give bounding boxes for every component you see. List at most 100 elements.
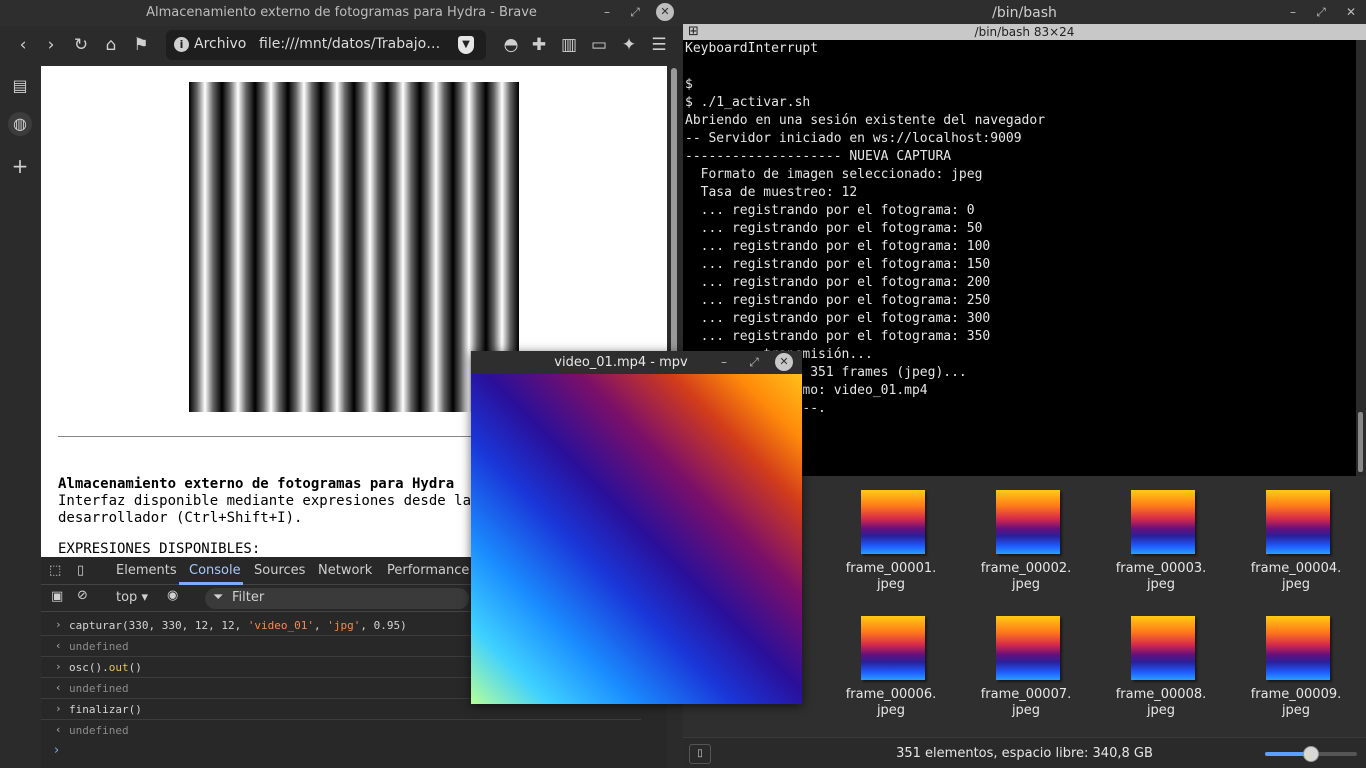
minimize-icon[interactable]: – [598, 3, 616, 21]
terminal-window-title: /bin/bash [992, 5, 1057, 21]
add-icon[interactable]: + [8, 154, 32, 178]
terminal-tab[interactable]: ⊞ /bin/bash 83×24 [683, 24, 1366, 40]
file-item[interactable]: frame_00003. jpeg [1101, 476, 1221, 596]
file-item[interactable]: frame_00008. jpeg [1101, 602, 1221, 722]
back-arrow-icon[interactable]: ‹ [12, 34, 34, 56]
file-thumbnail [1131, 490, 1195, 554]
maximize-icon[interactable]: ⤢ [1312, 3, 1330, 21]
terminal-line: ... registrando por el fotograma: 300 [685, 311, 991, 326]
minimize-icon[interactable]: – [1284, 3, 1302, 21]
close-icon[interactable]: ✕ [656, 3, 674, 21]
mpv-titlebar[interactable]: video_01.mp4 - mpv – ⤢ ✕ [471, 351, 802, 374]
terminal-tab-title: /bin/bash 83×24 [974, 25, 1075, 39]
puzzle-icon[interactable]: ✚ [528, 34, 550, 56]
zoom-slider-handle[interactable] [1303, 746, 1319, 762]
file-statusbar: ▯ 351 elementos, espacio libre: 340,8 GB [683, 737, 1366, 768]
terminal-line: $ [685, 77, 693, 92]
terminal-line: ... registrando por el fotograma: 50 [685, 221, 983, 236]
file-thumbnail [1266, 490, 1330, 554]
hamburger-menu-icon[interactable]: ☰ [648, 34, 670, 56]
page-description-line: desarrollador (Ctrl+Shift+I). [58, 510, 303, 526]
tab-performance[interactable]: Performance [387, 563, 469, 578]
terminal-line: ... registrando por el fotograma: 100 [685, 239, 991, 254]
terminal-line: $ ./1_activar.sh [685, 95, 811, 110]
ai-sparkle-icon[interactable]: ✦ [618, 34, 640, 56]
zoom-slider[interactable] [1265, 746, 1357, 762]
device-toolbar-icon[interactable]: ▯ [77, 563, 84, 578]
terminal-line: ... registrando por el fotograma: 0 [685, 203, 975, 218]
terminal-line: Abriendo en una sesión existente del nav… [685, 113, 1046, 128]
info-icon[interactable]: i [174, 37, 189, 52]
maximize-icon[interactable]: ⤢ [745, 353, 763, 371]
file-item[interactable]: frame_00009. jpeg [1236, 602, 1356, 722]
terminal-titlebar[interactable]: /bin/bash – ⤢ ✕ [683, 0, 1366, 26]
file-name: frame_00008. jpeg [1115, 687, 1207, 718]
file-name: frame_00009. jpeg [1250, 687, 1342, 718]
status-text: 351 elementos, espacio libre: 340,8 GB [896, 746, 1153, 761]
reload-icon[interactable]: ↻ [70, 34, 92, 56]
sidebar-toggle-icon[interactable]: ▣ [51, 589, 63, 604]
brave-shield-icon[interactable]: ▼ [458, 36, 474, 54]
terminal-scrollbar[interactable] [1356, 40, 1366, 476]
file-thumbnail [996, 616, 1060, 680]
inspect-element-icon[interactable]: ⬚ [49, 563, 61, 578]
file-item[interactable]: frame_00006. jpeg [831, 602, 951, 722]
tab-sources[interactable]: Sources [254, 563, 305, 578]
close-icon[interactable]: ✕ [1342, 3, 1360, 21]
leo-icon[interactable]: ◓ [500, 34, 522, 56]
bookmark-icon[interactable]: ⚑ [130, 34, 152, 56]
close-icon[interactable]: ✕ [775, 353, 793, 371]
terminal-line: Formato de imagen seleccionado: jpeg [685, 167, 983, 182]
browser-window-title: Almacenamiento externo de fotogramas par… [146, 5, 537, 20]
sidebar-toggle-icon[interactable]: ▥ [558, 34, 580, 56]
file-item[interactable]: frame_00007. jpeg [966, 602, 1086, 722]
context-selector[interactable]: top ▾ [116, 590, 148, 605]
browser-titlebar[interactable]: Almacenamiento externo de fotogramas par… [0, 0, 683, 26]
terminal-line: -- Servidor iniciado en ws://localhost:9… [685, 131, 1022, 146]
terminal-line: KeyboardInterrupt [685, 41, 819, 56]
file-item[interactable]: frame_00001. jpeg [831, 476, 951, 596]
file-thumbnail [861, 490, 925, 554]
file-item[interactable]: frame_00004. jpeg [1236, 476, 1356, 596]
tab-elements[interactable]: Elements [116, 563, 177, 578]
file-thumbnail [861, 616, 925, 680]
terminal-line: ... registrando por el fotograma: 200 [685, 275, 991, 290]
address-url[interactable]: file:///mnt/datos/Trabajos... [259, 36, 444, 52]
terminal-line: ... registrando por el fotograma: 350 [685, 329, 991, 344]
clear-console-icon[interactable]: ⊘ [77, 588, 88, 603]
file-name: frame_00006. jpeg [845, 687, 937, 718]
hydra-canvas[interactable] [189, 82, 519, 412]
console-filter-input[interactable]: ⏷ Filter [205, 588, 469, 609]
tab-network[interactable]: Network [318, 563, 372, 578]
scrollbar-thumb[interactable] [1358, 412, 1363, 472]
console-result-line: ‹ undefined [55, 723, 129, 737]
page-heading: Almacenamiento externo de fotogramas par… [58, 476, 455, 492]
file-item[interactable]: frame_00002. jpeg [966, 476, 1086, 596]
browser-toolbar: ‹ › ↻ ⌂ ⚑ i Archivo file:///mnt/datos/Tr… [0, 26, 683, 64]
context-label: top [116, 590, 138, 605]
address-bar[interactable]: i Archivo file:///mnt/datos/Trabajos... … [166, 30, 486, 60]
file-name: frame_00003. jpeg [1115, 561, 1207, 592]
forward-arrow-icon[interactable]: › [40, 34, 62, 56]
tab-console[interactable]: Console [189, 563, 241, 578]
expressions-title: EXPRESIONES DISPONIBLES: [58, 541, 261, 557]
filter-placeholder: Filter [232, 590, 265, 605]
file-name: frame_00004. jpeg [1250, 561, 1342, 592]
file-name: frame_00007. jpeg [980, 687, 1072, 718]
console-code: osc().out() [69, 661, 142, 674]
globe-icon[interactable]: ◍ [8, 112, 32, 136]
sidebar-panel-icon[interactable]: ▤ [8, 74, 32, 98]
console-prompt[interactable]: › [54, 743, 59, 758]
filter-icon: ⏷ [213, 590, 224, 605]
live-expression-icon[interactable]: ◉ [167, 588, 178, 603]
mpv-window: video_01.mp4 - mpv – ⤢ ✕ [471, 351, 802, 704]
video-frame[interactable] [471, 374, 802, 704]
home-icon[interactable]: ⌂ [100, 34, 122, 56]
wallet-icon[interactable]: ▭ [588, 34, 610, 56]
maximize-icon[interactable]: ⤢ [626, 3, 644, 21]
terminal-line: ... registrando por el fotograma: 150 [685, 257, 991, 272]
minimize-icon[interactable]: – [715, 353, 733, 371]
address-scheme-label: Archivo [194, 36, 247, 52]
terminal-line: ... registrando por el fotograma: 250 [685, 293, 991, 308]
